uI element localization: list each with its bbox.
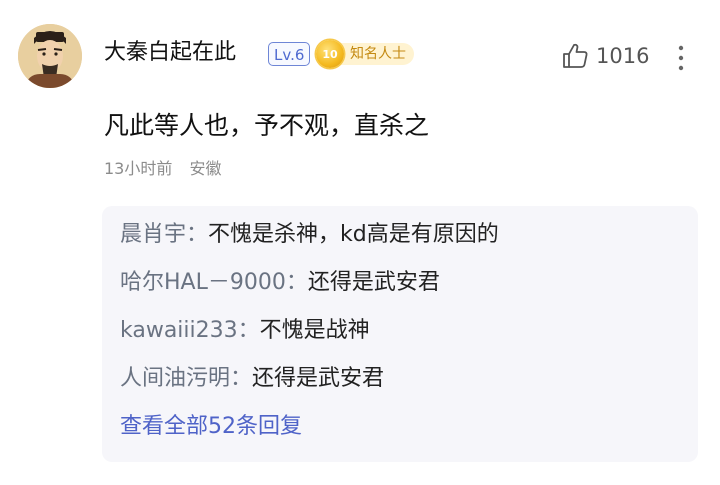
reply-text: 不愧是杀神，kd高是有原因的 <box>208 222 499 247</box>
avatar[interactable] <box>18 24 82 88</box>
fan-badge-level: 10 <box>322 47 338 61</box>
view-all-replies-link[interactable]: 查看全部52条回复 <box>120 412 302 442</box>
fan-badge-label: 知名人士 <box>336 43 414 65</box>
like-count: 1016 <box>596 44 650 68</box>
fan-medal-icon: 10 <box>316 40 344 68</box>
reply-text: 还得是武安君 <box>307 270 440 295</box>
thumbs-up-icon <box>563 43 588 68</box>
reply-item[interactable]: kawaiii233：不愧是战神 <box>120 316 370 346</box>
fan-badge[interactable]: 10 知名人士 <box>316 40 414 68</box>
comment-location: 安徽 <box>189 159 222 178</box>
comment-time: 13小时前 <box>104 159 173 178</box>
reply-item[interactable]: 晨肖宇：不愧是杀神，kd高是有原因的 <box>120 220 499 250</box>
avatar-portrait-icon <box>18 24 82 88</box>
reply-colon: ： <box>186 222 209 247</box>
reply-author[interactable]: 人间油污明 <box>120 366 230 391</box>
reply-author[interactable]: 哈尔HAL－9000 <box>120 270 286 295</box>
reply-colon: ： <box>237 318 260 343</box>
comment-meta: 13小时前 安徽 <box>104 158 221 180</box>
author-name[interactable]: 大秦白起在此 <box>104 38 236 68</box>
reply-colon: ： <box>285 270 308 295</box>
like-button[interactable]: 1016 <box>560 40 649 72</box>
reply-text: 不愧是战神 <box>259 318 370 343</box>
comment-text: 凡此等人也，予不观，直杀之 <box>104 111 430 140</box>
more-vertical-icon[interactable] <box>676 44 686 72</box>
level-badge: Lv.6 <box>268 42 311 66</box>
reply-author[interactable]: 晨肖宇 <box>120 222 186 247</box>
reply-item[interactable]: 哈尔HAL－9000：还得是武安君 <box>120 268 440 298</box>
reply-author[interactable]: kawaiii233 <box>120 318 238 343</box>
reply-list[interactable]: 晨肖宇：不愧是杀神，kd高是有原因的 哈尔HAL－9000：还得是武安君 kaw… <box>102 206 698 462</box>
comment-card: 大秦白起在此 Lv.6 10 知名人士 1016 凡此等人也，予不观，直杀之 1… <box>0 0 720 485</box>
reply-colon: ： <box>230 366 253 391</box>
reply-item[interactable]: 人间油污明：还得是武安君 <box>120 364 384 394</box>
reply-text: 还得是武安君 <box>252 366 385 391</box>
